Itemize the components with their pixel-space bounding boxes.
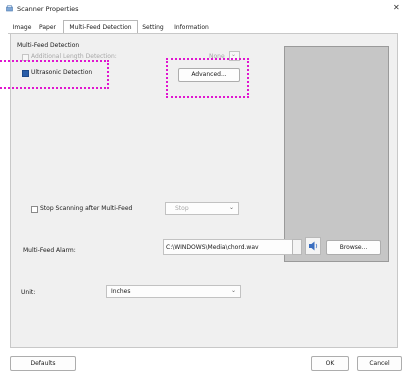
chevron-down-icon: ⌄ xyxy=(228,204,234,211)
close-icon[interactable]: ✕ xyxy=(393,3,400,12)
advanced-button-label: Advanced... xyxy=(191,71,227,78)
tab-setting[interactable]: Setting xyxy=(139,22,167,33)
alarm-path-value: C:\WINDOWS\Media\chord.wav xyxy=(166,244,259,251)
unit-label: Unit: xyxy=(21,289,36,296)
preview-area xyxy=(284,46,389,262)
tab-label: Paper xyxy=(39,24,56,31)
play-sound-button[interactable] xyxy=(305,237,321,255)
ultrasonic-label: Ultrasonic Detection xyxy=(31,69,93,76)
defaults-button[interactable]: Defaults xyxy=(10,356,76,371)
tab-information[interactable]: Information xyxy=(170,22,213,33)
ok-button[interactable]: OK xyxy=(311,356,349,371)
tab-label: Information xyxy=(174,24,209,31)
cancel-button-label: Cancel xyxy=(369,360,390,367)
unit-value: Inches xyxy=(111,288,131,295)
ok-button-label: OK xyxy=(325,360,335,367)
alarm-path-field[interactable]: C:\WINDOWS\Media\chord.wav xyxy=(163,239,293,255)
tab-label: Setting xyxy=(142,24,164,31)
additional-length-label: Additional Length Detection: xyxy=(31,53,117,60)
tab-label: Multi-Feed Detection xyxy=(69,24,132,31)
group-title: Multi-Feed Detection xyxy=(17,42,80,49)
advanced-button[interactable]: Advanced... xyxy=(178,68,240,82)
defaults-button-label: Defaults xyxy=(30,360,56,367)
cancel-button[interactable]: Cancel xyxy=(357,356,402,371)
browse-button-label: Browse... xyxy=(339,244,368,251)
stop-scanning-checkbox[interactable] xyxy=(31,206,38,213)
browse-button[interactable]: Browse... xyxy=(326,240,381,255)
ultrasonic-checkbox[interactable] xyxy=(22,70,29,77)
speaker-icon xyxy=(309,241,318,251)
unit-dropdown[interactable]: Inches ⌄ xyxy=(106,285,241,298)
tab-multi-feed-detection[interactable]: Multi-Feed Detection xyxy=(63,20,138,34)
alarm-label: Multi-Feed Alarm: xyxy=(23,247,76,254)
window-title: Scanner Properties xyxy=(17,5,79,13)
scanner-app-icon xyxy=(6,5,13,12)
stop-scanning-label: Stop Scanning after Multi-Feed xyxy=(40,205,133,212)
stop-action-value: Stop xyxy=(175,205,189,212)
chevron-down-icon: ⌄ xyxy=(230,287,236,294)
title-bar: Scanner Properties ✕ xyxy=(0,0,406,18)
chevron-down-icon: ⌄ xyxy=(231,51,237,58)
stop-action-dropdown[interactable]: Stop ⌄ xyxy=(165,202,239,215)
tab-paper[interactable]: Paper xyxy=(36,22,59,33)
tab-label: Image xyxy=(12,24,32,31)
tab-image[interactable]: Image xyxy=(11,22,33,33)
alarm-scroll-button[interactable] xyxy=(292,239,302,255)
